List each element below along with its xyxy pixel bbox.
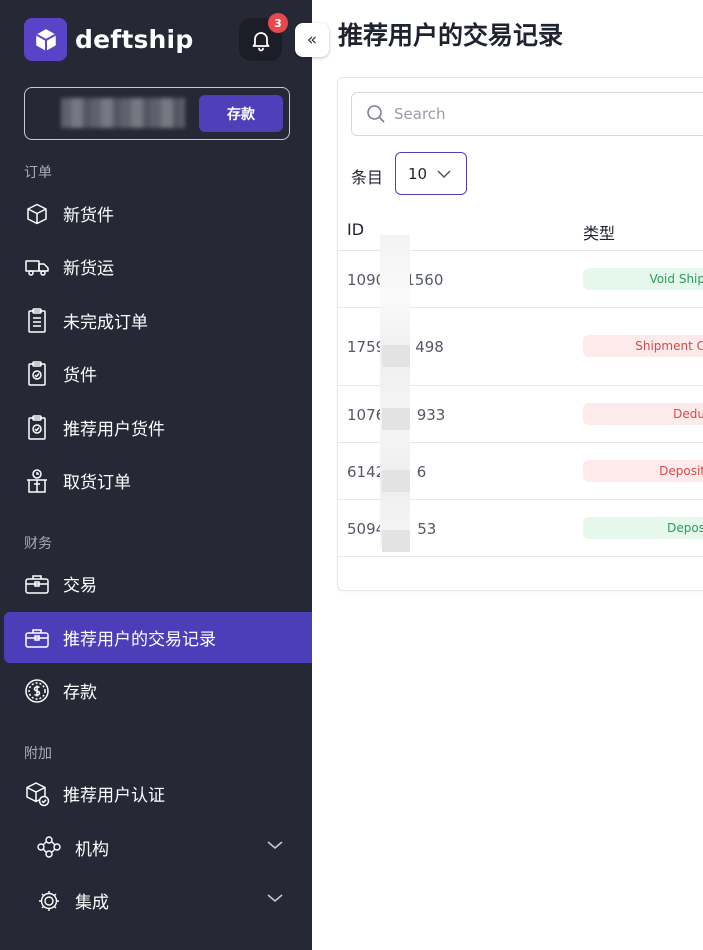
sidebar-item-new-freight[interactable]: 新货运 (4, 241, 312, 292)
clipboard-check-icon (24, 360, 50, 387)
chevron-down-icon (267, 894, 283, 903)
type-badge: Dedu (583, 403, 703, 425)
section-label-finance: 财务 (24, 536, 52, 552)
sidebar-item-incomplete-orders[interactable]: 未完成订单 (4, 295, 312, 346)
sidebar-item-shipments[interactable]: 货件 (4, 348, 312, 399)
sidebar-item-label: 未完成订单 (63, 313, 148, 333)
search-placeholder: Search (394, 105, 446, 123)
column-header-id[interactable]: ID (347, 220, 364, 239)
verified-box-icon (24, 781, 50, 807)
sidebar-item-label: 取货订单 (63, 473, 131, 493)
entries-value: 10 (408, 164, 428, 183)
sidebar-item-label: 新货件 (63, 206, 114, 226)
sidebar-item-label: 推荐用户货件 (63, 420, 165, 440)
entries-label: 条目 (351, 168, 384, 187)
bell-icon (252, 31, 269, 51)
type-badge: Shipment C (583, 335, 703, 357)
box-icon (24, 201, 50, 227)
id-redaction-block (382, 345, 410, 367)
section-label-orders: 订单 (24, 165, 52, 181)
id-redaction-block (382, 408, 410, 430)
type-badge: Depos (583, 517, 703, 539)
briefcase-icon (24, 571, 50, 597)
pickup-icon (24, 468, 50, 494)
sidebar-item-label: 集成 (75, 893, 109, 913)
sidebar-item-label: 机构 (75, 840, 109, 860)
truck-icon (24, 254, 50, 280)
collapse-sidebar-button[interactable]: « (295, 23, 329, 57)
notification-count-badge: 3 (268, 13, 288, 33)
sidebar-item-transactions[interactable]: 交易 (4, 558, 312, 609)
entries-per-page-select[interactable]: 10 (395, 152, 467, 195)
sidebar-item-deposits[interactable]: 存款 (4, 665, 312, 716)
cube-logo-icon (24, 18, 67, 61)
type-badge: Deposit (583, 460, 703, 482)
id-redaction-mask (380, 235, 410, 547)
balance-amount-redacted (61, 98, 185, 128)
sidebar-item-label: 推荐用户认证 (63, 786, 165, 806)
sidebar-item-label: 推荐用户的交易记录 (63, 630, 216, 650)
chevron-down-icon (267, 841, 283, 850)
sidebar-item-label: 货件 (63, 366, 97, 386)
sidebar-item-label: 新货运 (63, 259, 114, 279)
organization-icon (36, 835, 62, 861)
sidebar-item-pickup-orders[interactable]: 取货订单 (4, 455, 312, 506)
brand-logo[interactable]: deftship (24, 18, 193, 61)
search-input[interactable]: Search (351, 92, 703, 136)
sidebar-item-organization[interactable]: 机构 (4, 822, 312, 873)
clipboard-list-icon (24, 307, 50, 334)
sidebar-item-referral-shipments[interactable]: 推荐用户货件 (4, 402, 312, 453)
sidebar-item-label: 交易 (63, 576, 97, 596)
deposit-button[interactable]: 存款 (199, 95, 283, 132)
column-header-type[interactable]: 类型 (583, 220, 615, 244)
sidebar-item-integrations[interactable]: 集成 (4, 875, 312, 926)
sidebar-item-new-shipment[interactable]: 新货件 (4, 188, 312, 239)
section-label-extras: 附加 (24, 746, 52, 762)
sidebar-item-referral-transactions[interactable]: 推荐用户的交易记录 (4, 612, 312, 663)
clipboard-check-icon (24, 414, 50, 441)
sidebar-item-referral-verification[interactable]: 推荐用户认证 (4, 768, 312, 819)
page-title: 推荐用户的交易记录 (338, 21, 564, 50)
balance-widget: 存款 (24, 87, 290, 140)
id-redaction-block (382, 530, 410, 552)
type-badge: Void Ship (583, 268, 703, 290)
search-icon (367, 105, 385, 123)
dollar-coin-icon (24, 678, 50, 704)
integration-gear-icon (36, 888, 62, 914)
briefcase-icon (24, 625, 50, 651)
chevron-down-icon (437, 170, 451, 179)
id-redaction-block (382, 470, 410, 492)
brand-name: deftship (75, 25, 194, 54)
sidebar: deftship 3 存款 订单 新货件 新货运 未完成订单 货件 推荐用户货件… (0, 0, 312, 950)
sidebar-item-label: 存款 (63, 683, 97, 703)
